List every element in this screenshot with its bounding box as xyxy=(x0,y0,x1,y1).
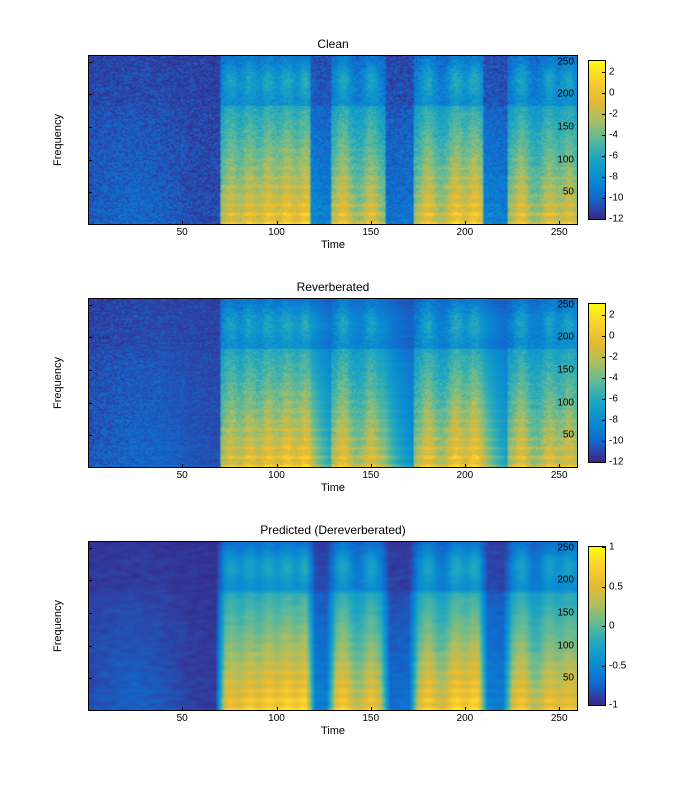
heatmap-predicted xyxy=(89,542,577,710)
panel-predicted: Predicted (Dereverberated) 50 100 150 20… xyxy=(88,541,578,711)
colorbar-tick: -2 xyxy=(605,351,618,362)
colorbar-tick: -2 xyxy=(605,108,618,119)
colorbar-tick: 2 xyxy=(605,309,615,320)
colorbar-tick: 2 xyxy=(605,66,615,77)
colorbar-tick: 0 xyxy=(605,621,615,632)
colorbar-tick: -6 xyxy=(605,150,618,161)
colorbar-tick: -6 xyxy=(605,393,618,404)
heatmap-clean xyxy=(89,56,577,224)
colorbar-tick: 0 xyxy=(605,87,615,98)
colorbar-tick: -10 xyxy=(605,192,623,203)
colorbar-tick: 0.5 xyxy=(605,581,623,592)
colorbar-tick: -1 xyxy=(605,700,618,711)
colorbar-reverberated: 20-2-4-6-8-10-12 xyxy=(588,303,606,463)
colorbar-gradient xyxy=(589,304,605,462)
colorbar-predicted: 10.50-0.5-1 xyxy=(588,546,606,706)
colorbar-tick: -4 xyxy=(605,129,618,140)
axes-reverberated xyxy=(88,298,578,468)
panel-reverberated: Reverberated 50 100 150 200 250 50 100 1… xyxy=(88,298,578,468)
colorbar-clean: 20-2-4-6-8-10-12 xyxy=(588,60,606,220)
colorbar-tick: -8 xyxy=(605,171,618,182)
colorbar-tick: -8 xyxy=(605,414,618,425)
heatmap-reverberated xyxy=(89,299,577,467)
title-reverberated: Reverberated xyxy=(88,280,578,294)
colorbar-tick: -4 xyxy=(605,372,618,383)
colorbar-tick: 0 xyxy=(605,330,615,341)
title-predicted: Predicted (Dereverberated) xyxy=(88,523,578,537)
axes-clean xyxy=(88,55,578,225)
ylabel-predicted: Frequency xyxy=(52,576,64,676)
ylabel-reverberated: Frequency xyxy=(52,333,64,433)
ylabel-clean: Frequency xyxy=(52,90,64,190)
colorbar-tick: -12 xyxy=(605,457,623,468)
figure: Clean 50 100 150 200 250 50 100 150 200 … xyxy=(0,0,683,800)
xlabel-predicted: Time xyxy=(88,725,578,737)
xlabel-reverberated: Time xyxy=(88,482,578,494)
colorbar-tick: -12 xyxy=(605,214,623,225)
colorbar-tick: -0.5 xyxy=(605,660,626,671)
xlabel-clean: Time xyxy=(88,239,578,251)
axes-predicted xyxy=(88,541,578,711)
colorbar-tick: -10 xyxy=(605,435,623,446)
colorbar-gradient xyxy=(589,61,605,219)
colorbar-tick: 1 xyxy=(605,542,615,553)
panel-clean: Clean 50 100 150 200 250 50 100 150 200 … xyxy=(88,55,578,225)
title-clean: Clean xyxy=(88,37,578,51)
